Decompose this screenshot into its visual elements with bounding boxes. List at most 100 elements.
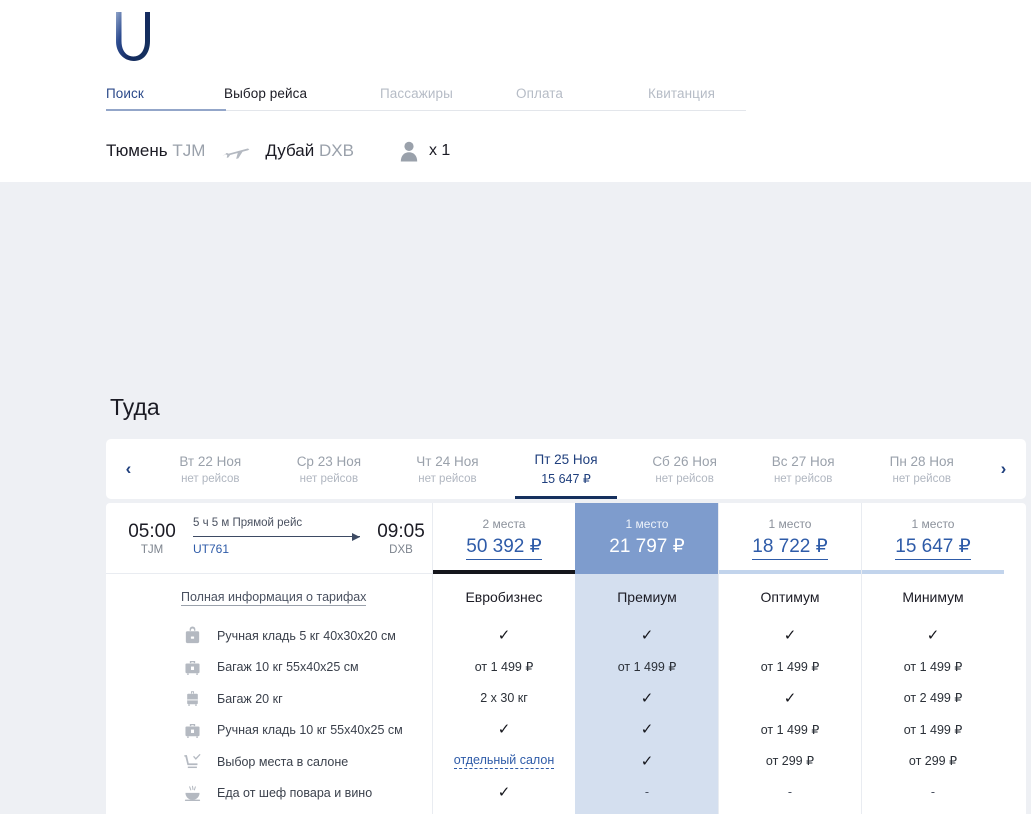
date-selector[interactable]: ‹ Вт 22 Ноя нет рейсов Ср 23 Ноя нет рей…	[106, 439, 1026, 499]
date-status: нет рейсов	[892, 472, 951, 485]
next-dates-arrow[interactable]: ›	[981, 439, 1026, 499]
fare-name: Минимум	[902, 588, 964, 605]
fare-column-optimum[interactable]: Оптимум ✓ от 1 499 ₽ ✓ от 1 499 ₽ от 299…	[718, 574, 861, 814]
fare-cell: +2 000 ₽	[576, 808, 718, 814]
feature-label: Ручная кладь 10 кг 55х40х25 см	[217, 723, 403, 738]
fare-price[interactable]: 21 797 ₽	[609, 535, 684, 560]
date-cell-3-selected[interactable]: Пт 25 Ноя 15 647 ₽	[507, 439, 626, 499]
origin-city: Тюмень	[106, 141, 168, 160]
arrival-time: 09:05	[377, 521, 425, 543]
flight-number[interactable]: UT761	[193, 542, 229, 556]
fare-price[interactable]: 50 392 ₽	[466, 535, 542, 560]
fare-value-columns: Евробизнес ✓ от 1 499 ₽ 2 x 30 кг ✓ отде…	[432, 574, 1026, 814]
backpack-icon	[181, 626, 203, 646]
fare-cell: ✓	[926, 626, 940, 644]
fare-price[interactable]: 15 647 ₽	[895, 535, 971, 560]
date-cell-2[interactable]: Чт 24 Ноя нет рейсов	[388, 439, 507, 499]
date-cell-5[interactable]: Вс 27 Ноя нет рейсов	[744, 439, 863, 499]
fare-header-eurobusiness[interactable]: 2 места 50 392 ₽	[432, 503, 575, 574]
fare-column-eurobusiness[interactable]: Евробизнес ✓ от 1 499 ₽ 2 x 30 кг ✓ отде…	[432, 574, 575, 814]
departure-airport: TJM	[140, 543, 164, 556]
plane-icon	[221, 142, 251, 160]
utair-u-logo[interactable]	[106, 8, 158, 64]
fare-cell: от 1 499 ₽	[760, 659, 820, 674]
origin: Тюмень TJM	[106, 141, 205, 161]
date-label: Пн 28 Ноя	[889, 453, 954, 469]
destination-code: DXB	[318, 141, 354, 160]
date-label: Ср 23 Ноя	[296, 453, 362, 469]
fare-header-minimum[interactable]: 1 место 15 647 ₽	[861, 503, 1004, 574]
bag-small-icon	[181, 720, 203, 740]
fare-column-premium-selected[interactable]: Премиум ✓ от 1 499 ₽ ✓ ✓ ✓ - +2 000 ₽ +2…	[575, 574, 718, 814]
fare-price-headers: 2 места 50 392 ₽ 1 место 21 797 ₽ 1 мест…	[432, 503, 1026, 574]
feature-row-exchange: Обмен билета	[106, 809, 432, 814]
fare-cell: от 299 ₽	[765, 754, 815, 769]
flight-fare-card: 05:00 TJM 5 ч 5 м Прямой рейс UT761 09:0…	[106, 503, 1026, 814]
fare-cell: от 2 499 ₽	[903, 691, 963, 706]
fare-cell: -	[930, 785, 936, 800]
date-list[interactable]: Вт 22 Ноя нет рейсов Ср 23 Ноя нет рейсо…	[151, 439, 981, 499]
fare-cell: от 1 499 ₽	[903, 722, 963, 737]
fare-cell: ✓	[783, 626, 797, 644]
person-icon	[398, 140, 420, 162]
fare-name: Евробизнес	[465, 588, 543, 605]
suitcase-icon	[181, 689, 203, 709]
fare-cell: -	[644, 785, 650, 800]
feature-row-baggage-20: Багаж 20 кг	[106, 683, 432, 715]
fare-cell: ✓	[497, 626, 511, 644]
date-cell-0[interactable]: Вт 22 Ноя нет рейсов	[151, 439, 270, 499]
date-status: нет рейсов	[418, 472, 477, 485]
bag-small-icon	[181, 657, 203, 677]
flight-duration-block: 5 ч 5 м Прямой рейс UT761	[193, 513, 360, 563]
fare-header-optimum[interactable]: 1 место 18 722 ₽	[718, 503, 861, 574]
fare-card-header: 05:00 TJM 5 ч 5 м Прямой рейс UT761 09:0…	[106, 503, 1026, 574]
meal-icon	[181, 783, 203, 803]
feature-row-seat-selection: Выбор места в салоне	[106, 746, 432, 778]
passenger-count: x 1	[428, 142, 451, 159]
date-status: нет рейсов	[773, 472, 833, 485]
feature-row-baggage-10: Багаж 10 кг 55х40х25 см	[106, 652, 432, 684]
fare-cell: +2 000 ₽	[719, 808, 861, 814]
prev-dates-arrow[interactable]: ‹	[106, 439, 151, 499]
feature-label: Еда от шеф повара и вино	[217, 786, 373, 801]
date-status: нет рейсов	[299, 472, 359, 485]
date-cell-6[interactable]: Пн 28 Ноя нет рейсов	[862, 439, 981, 499]
seats-left: 1 место	[911, 517, 955, 531]
fare-column-minimum[interactable]: Минимум ✓ от 1 499 ₽ от 2 499 ₽ от 1 499…	[861, 574, 1004, 814]
fare-cell: -	[787, 785, 793, 800]
seat-icon	[181, 752, 203, 772]
page-title: Туда	[110, 394, 160, 420]
fare-cell: ✓	[640, 689, 654, 707]
fare-price[interactable]: 18 722 ₽	[752, 535, 828, 560]
date-label: Пт 25 Ноя	[534, 452, 598, 467]
fare-header-premium[interactable]: 1 место 21 797 ₽	[575, 503, 718, 574]
fare-cell: ✓	[497, 721, 511, 739]
date-label: Вс 27 Ноя	[771, 453, 835, 469]
fare-cell: ✓	[497, 784, 511, 802]
date-price: 15 647 ₽	[541, 472, 591, 486]
full-fare-info-link[interactable]: Полная информация о тарифах	[181, 590, 367, 606]
date-status: нет рейсов	[655, 472, 714, 485]
fare-name: Премиум	[617, 588, 677, 605]
tab-active-indicator	[106, 109, 226, 111]
fare-name: Оптимум	[760, 588, 820, 605]
feature-row-handbag: Ручная кладь 5 кг 40х30х20 см	[106, 620, 432, 652]
date-label: Сб 26 Ноя	[652, 453, 717, 469]
feature-label: Выбор места в салоне	[217, 754, 349, 769]
feature-row-meal: Еда от шеф повара и вино	[106, 778, 432, 810]
duration-label: 5 ч 5 м Прямой рейс	[193, 517, 303, 529]
origin-code: TJM	[172, 141, 206, 160]
fare-cell: ✓	[640, 721, 654, 739]
departure-block: 05:00 TJM	[121, 520, 183, 556]
fare-cell-seat[interactable]: отдельный салон	[433, 745, 575, 777]
fare-comparison-body: Полная информация о тарифах Ручная кладь…	[106, 574, 1026, 814]
date-status: нет рейсов	[181, 472, 240, 485]
flight-itinerary: 05:00 TJM 5 ч 5 м Прямой рейс UT761 09:0…	[106, 503, 432, 574]
date-cell-4[interactable]: Сб 26 Ноя нет рейсов	[625, 439, 744, 499]
departure-time: 05:00	[128, 521, 176, 543]
feature-label: Багаж 10 кг 55х40х25 см	[217, 660, 359, 675]
arrival-airport: DXB	[389, 543, 413, 556]
separate-cabin-link[interactable]: отдельный салон	[453, 753, 555, 769]
feature-row-handbag-10: Ручная кладь 10 кг 55х40х25 см	[106, 715, 432, 747]
date-cell-1[interactable]: Ср 23 Ноя нет рейсов	[270, 439, 389, 499]
